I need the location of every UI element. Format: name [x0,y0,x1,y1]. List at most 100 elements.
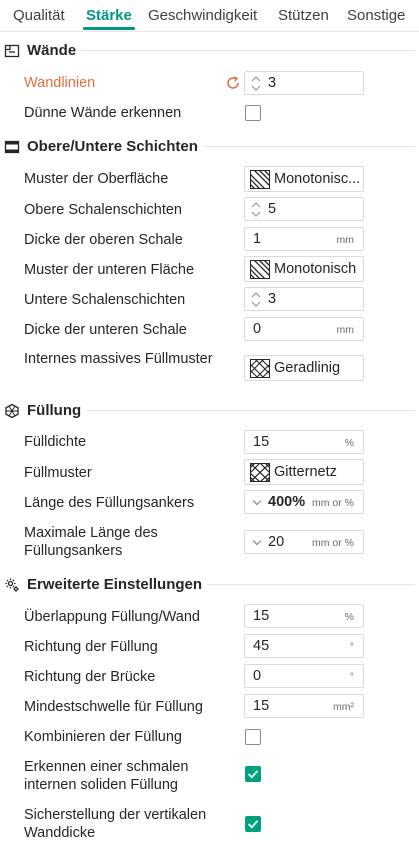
bottom-layers-value: 3 [268,291,277,307]
section-advanced: Erweiterte Einstellungen [0,573,419,597]
section-shells: Obere/Untere Schichten [0,135,419,159]
divider [86,410,415,411]
infill-icon [5,403,19,419]
internal-solid-pattern-label: Internes massives Füllmuster [24,351,213,367]
tab-bar: Qualität Stärke Geschwindigkeit Stützen … [0,0,419,32]
infill-density-value: 15 [253,434,270,450]
spin-arrows-icon[interactable] [250,290,262,309]
infill-direction-input[interactable]: 45 ° [244,634,364,658]
detect-thin-walls-label: Dünne Wände erkennen [24,105,182,121]
section-title: Füllung [27,402,82,419]
bottom-pattern-select[interactable]: Monotonisch [244,256,364,282]
bridge-direction-value: 0 [253,668,262,684]
detect-narrow-solid-label: Erkennen einer schmalen internen soliden… [24,759,189,793]
anchor-length-value: 400% [268,494,306,510]
internal-solid-pattern-value: Geradlinig [274,360,341,376]
active-tab-indicator [83,27,135,30]
unit-label: % [344,611,354,623]
ensure-vertical-thickness-checkbox[interactable] [245,816,261,832]
section-title: Wände [27,42,77,59]
unit-label: ° [349,671,354,683]
bottom-pattern-label: Muster der unteren Fläche [24,262,195,278]
divider [203,146,415,147]
top-layers-label: Obere Schalenschichten [24,202,182,218]
check-icon [247,770,259,779]
min-infill-area-value: 15 [253,698,270,714]
bottom-pattern-value: Monotonisch [274,261,357,277]
infill-pattern-value: Gitternetz [274,464,337,480]
combine-infill-label: Kombinieren der Füllung [24,729,182,745]
unit-label: mm or % [312,497,354,509]
chevron-down-icon[interactable] [252,539,262,546]
top-thickness-label: Dicke der oberen Schale [24,232,183,248]
bridge-direction-label: Richtung der Brücke [24,669,156,685]
unit-label: mm or % [312,537,354,549]
anchor-length-label: Länge des Füllungsankers [24,495,195,511]
section-title: Erweiterte Einstellungen [27,576,203,593]
gear-icon [5,578,19,592]
spin-arrows-icon[interactable] [250,74,262,93]
spin-arrows-icon[interactable] [250,200,262,219]
tab-others[interactable]: Sonstige [347,7,405,24]
monotonic-pattern-icon [250,260,270,279]
infill-density-label: Fülldichte [24,434,87,450]
infill-density-input[interactable]: 15 % [244,430,364,454]
ensure-vertical-thickness-label: Sicherstellung der vertikalen Wanddicke [24,807,207,841]
infill-pattern-select[interactable]: Gitternetz [244,459,364,485]
reset-icon[interactable] [225,75,241,91]
unit-label: % [344,437,354,449]
top-pattern-value: Monotonisc... [274,171,361,187]
divider [82,50,415,51]
rectilinear-pattern-icon [250,359,270,378]
divider [207,584,415,585]
bottom-thickness-value: 0 [253,321,262,337]
detect-narrow-solid-checkbox[interactable] [245,766,261,782]
bottom-layers-label: Untere Schalenschichten [24,292,186,308]
infill-wall-overlap-input[interactable]: 15 % [244,604,364,628]
tab-strength[interactable]: Stärke [86,7,132,24]
wall-loops-value: 3 [268,75,277,91]
monotonic-pattern-icon [250,170,270,189]
section-title: Obere/Untere Schichten [27,138,198,155]
infill-direction-value: 45 [253,638,270,654]
unit-label: mm [336,324,355,336]
detect-thin-walls-checkbox[interactable] [245,105,261,121]
section-walls: Wände [0,39,419,63]
tab-quality[interactable]: Qualität [13,7,65,24]
top-layers-input[interactable]: 5 [244,197,364,221]
infill-pattern-label: Füllmuster [24,465,92,481]
tab-speed[interactable]: Geschwindigkeit [148,7,257,24]
bottom-thickness-input[interactable]: 0 mm [244,317,364,341]
wall-loops-label: Wandlinien [24,75,96,91]
unit-label: ° [349,641,354,653]
shells-icon [4,140,20,154]
bottom-thickness-label: Dicke der unteren Schale [24,322,187,338]
unit-label: mm [336,234,355,246]
combine-infill-checkbox[interactable] [245,729,261,745]
section-infill: Füllung [0,399,419,423]
chevron-down-icon[interactable] [252,499,262,506]
infill-wall-overlap-value: 15 [253,608,270,624]
tab-supports[interactable]: Stützen [278,7,329,24]
infill-wall-overlap-label: Überlappung Füllung/Wand [24,609,200,625]
min-infill-area-label: Mindestschwelle für Füllung [24,699,203,715]
top-pattern-select[interactable]: Monotonisc... [244,166,364,192]
bottom-layers-input[interactable]: 3 [244,287,364,311]
unit-label: mm² [333,701,354,713]
top-pattern-label: Muster der Oberfläche [24,171,169,187]
anchor-max-length-combo[interactable]: 20 mm or % [244,530,364,554]
top-thickness-input[interactable]: 1 mm [244,227,364,251]
top-thickness-value: 1 [253,231,262,247]
wall-loops-input[interactable]: 3 [244,71,364,95]
top-layers-value: 5 [268,201,277,217]
grid-pattern-icon [250,463,270,482]
min-infill-area-input[interactable]: 15 mm² [244,694,364,718]
check-icon [247,820,259,829]
anchor-max-length-label: Maximale Länge des Füllungsankers [24,525,158,559]
anchor-length-combo[interactable]: 400% mm or % [244,490,364,514]
internal-solid-pattern-select[interactable]: Geradlinig [244,355,364,381]
walls-icon [4,44,20,58]
bridge-direction-input[interactable]: 0 ° [244,664,364,688]
anchor-max-length-value: 20 [268,534,285,550]
infill-direction-label: Richtung der Füllung [24,639,158,655]
